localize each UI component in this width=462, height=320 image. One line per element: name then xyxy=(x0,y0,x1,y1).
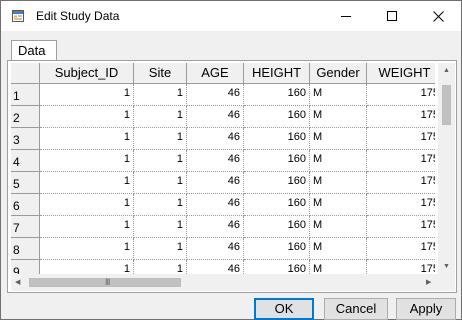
cell-height[interactable]: 160 xyxy=(244,106,310,128)
scroll-right-arrow-icon[interactable]: ▶ xyxy=(426,278,431,286)
ok-button[interactable]: OK xyxy=(254,298,314,320)
scroll-up-arrow-icon[interactable]: ▲ xyxy=(443,67,450,74)
cell-subject-id[interactable]: 1 xyxy=(40,172,134,194)
table-row: 6 1 1 46 160 M 175 xyxy=(11,194,435,216)
horizontal-scrollbar[interactable]: ◀ III ▶ xyxy=(11,274,438,291)
minimize-button[interactable] xyxy=(323,1,369,31)
scroll-down-arrow-icon[interactable]: ▼ xyxy=(443,263,450,270)
column-header-subject-id[interactable]: Subject_ID xyxy=(40,63,134,84)
app-window-icon xyxy=(12,10,24,22)
maximize-button[interactable] xyxy=(369,1,415,31)
table-row: 4 1 1 46 160 M 175 xyxy=(11,150,435,172)
cancel-button[interactable]: Cancel xyxy=(324,298,388,320)
cell-age[interactable]: 46 xyxy=(187,106,244,128)
cell-height[interactable]: 160 xyxy=(244,84,310,106)
cell-site[interactable]: 1 xyxy=(134,106,187,128)
tab-strip: Data xyxy=(7,39,457,62)
cell-gender[interactable]: M xyxy=(310,150,367,172)
cell-subject-id[interactable]: 1 xyxy=(40,84,134,106)
row-header[interactable]: 4 xyxy=(11,150,40,172)
cell-weight[interactable]: 175 xyxy=(367,238,435,260)
column-header-row: Subject_ID Site AGE HEIGHT Gender WEIGHT xyxy=(11,63,435,84)
table-row: 3 1 1 46 160 M 175 xyxy=(11,128,435,150)
close-button[interactable] xyxy=(415,1,461,31)
cell-subject-id[interactable]: 1 xyxy=(40,128,134,150)
cell-site[interactable]: 1 xyxy=(134,150,187,172)
row-header[interactable]: 5 xyxy=(11,172,40,194)
cell-height[interactable]: 160 xyxy=(244,150,310,172)
tab-page-data: Subject_ID Site AGE HEIGHT Gender WEIGHT… xyxy=(7,60,457,293)
table-row: 7 1 1 46 160 M 175 xyxy=(11,216,435,238)
cell-site[interactable]: 1 xyxy=(134,84,187,106)
column-header-gender[interactable]: Gender xyxy=(310,63,367,84)
cell-subject-id[interactable]: 1 xyxy=(40,194,134,216)
cell-site[interactable]: 1 xyxy=(134,194,187,216)
cell-age[interactable]: 46 xyxy=(187,150,244,172)
cell-subject-id[interactable]: 1 xyxy=(40,106,134,128)
row-header[interactable]: 2 xyxy=(11,106,40,128)
row-header[interactable]: 7 xyxy=(11,216,40,238)
cell-age[interactable]: 46 xyxy=(187,238,244,260)
data-grid[interactable]: Subject_ID Site AGE HEIGHT Gender WEIGHT… xyxy=(11,63,435,277)
row-header[interactable]: 1 xyxy=(11,84,40,106)
scrollbar-corner xyxy=(438,274,455,291)
cell-gender[interactable]: M xyxy=(310,106,367,128)
window-title: Edit Study Data xyxy=(36,9,120,23)
cell-site[interactable]: 1 xyxy=(134,172,187,194)
title-bar[interactable]: Edit Study Data xyxy=(1,1,461,31)
cell-age[interactable]: 46 xyxy=(187,84,244,106)
minimize-icon xyxy=(341,16,351,17)
tab-data[interactable]: Data xyxy=(11,40,57,62)
cell-site[interactable]: 1 xyxy=(134,216,187,238)
cell-gender[interactable]: M xyxy=(310,216,367,238)
cell-age[interactable]: 46 xyxy=(187,194,244,216)
table-row: 5 1 1 46 160 M 175 xyxy=(11,172,435,194)
cell-height[interactable]: 160 xyxy=(244,172,310,194)
cell-weight[interactable]: 175 xyxy=(367,106,435,128)
scroll-grip-icon: III xyxy=(105,277,110,287)
vertical-scroll-thumb[interactable] xyxy=(442,85,451,125)
row-header[interactable]: 3 xyxy=(11,128,40,150)
cell-age[interactable]: 46 xyxy=(187,128,244,150)
cell-height[interactable]: 160 xyxy=(244,128,310,150)
table-row: 1 1 1 46 160 M 175 xyxy=(11,84,435,106)
cell-weight[interactable]: 175 xyxy=(367,150,435,172)
cell-weight[interactable]: 175 xyxy=(367,128,435,150)
cell-age[interactable]: 46 xyxy=(187,216,244,238)
cell-subject-id[interactable]: 1 xyxy=(40,150,134,172)
table-row: 2 1 1 46 160 M 175 xyxy=(11,106,435,128)
cell-gender[interactable]: M xyxy=(310,238,367,260)
row-header[interactable]: 8 xyxy=(11,238,40,260)
cell-gender[interactable]: M xyxy=(310,194,367,216)
cell-weight[interactable]: 175 xyxy=(367,172,435,194)
cell-site[interactable]: 1 xyxy=(134,128,187,150)
column-header-weight[interactable]: WEIGHT xyxy=(367,63,435,84)
column-header-site[interactable]: Site xyxy=(134,63,187,84)
column-header-height[interactable]: HEIGHT xyxy=(244,63,310,84)
cell-height[interactable]: 160 xyxy=(244,194,310,216)
dialog-window: Edit Study Data Data Subject_ID Site AGE… xyxy=(0,0,462,320)
cell-weight[interactable]: 175 xyxy=(367,216,435,238)
table-row: 8 1 1 46 160 M 175 xyxy=(11,238,435,260)
cell-height[interactable]: 160 xyxy=(244,238,310,260)
cell-gender[interactable]: M xyxy=(310,172,367,194)
scroll-left-arrow-icon[interactable]: ◀ xyxy=(15,278,20,286)
cell-age[interactable]: 46 xyxy=(187,172,244,194)
cell-site[interactable]: 1 xyxy=(134,238,187,260)
cell-gender[interactable]: M xyxy=(310,128,367,150)
cell-subject-id[interactable]: 1 xyxy=(40,238,134,260)
close-icon xyxy=(432,10,444,22)
apply-button[interactable]: Apply xyxy=(396,298,456,320)
cell-weight[interactable]: 175 xyxy=(367,84,435,106)
grid-corner-header[interactable] xyxy=(11,63,40,84)
column-header-age[interactable]: AGE xyxy=(187,63,244,84)
cell-subject-id[interactable]: 1 xyxy=(40,216,134,238)
maximize-icon xyxy=(387,11,397,21)
cell-weight[interactable]: 175 xyxy=(367,194,435,216)
row-header[interactable]: 6 xyxy=(11,194,40,216)
cell-height[interactable]: 160 xyxy=(244,216,310,238)
horizontal-scroll-thumb[interactable]: III xyxy=(29,277,181,287)
vertical-scrollbar[interactable]: ▲ ▼ xyxy=(438,63,455,277)
cell-gender[interactable]: M xyxy=(310,84,367,106)
